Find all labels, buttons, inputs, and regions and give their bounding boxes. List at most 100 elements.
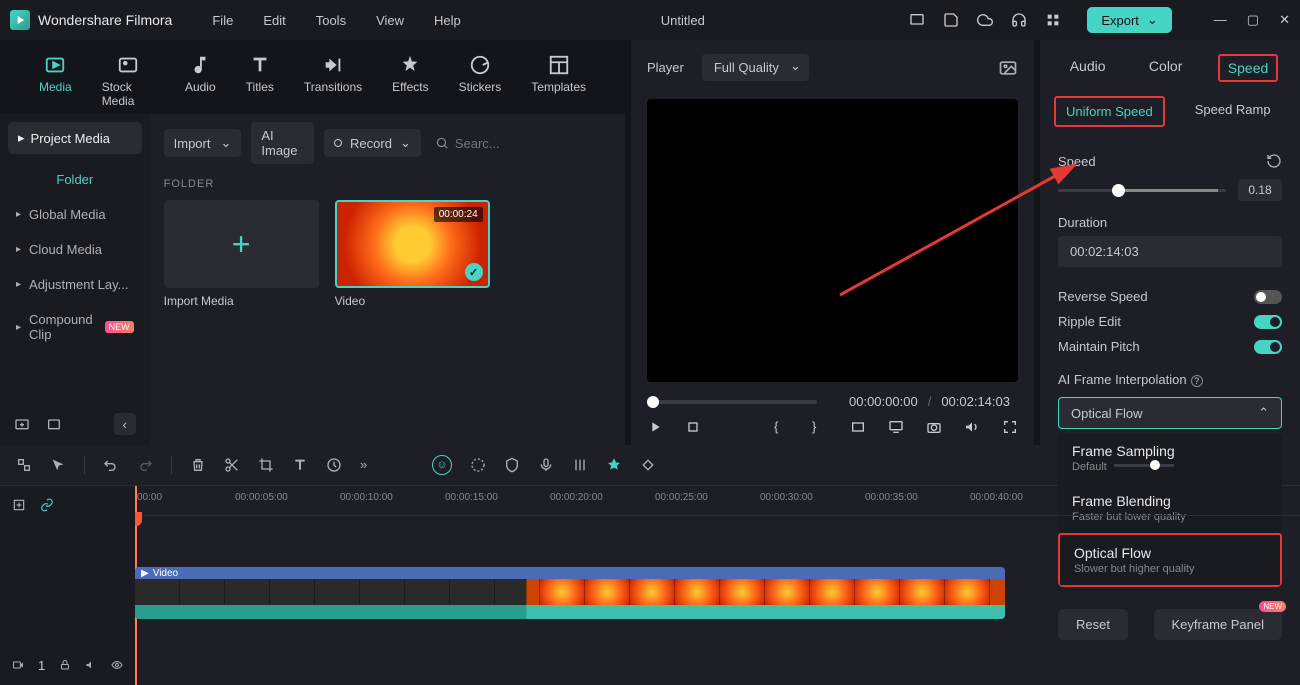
tab-color-inspector[interactable]: Color bbox=[1141, 54, 1190, 82]
timeline-ruler[interactable]: 00:00 00:00:05:00 00:00:10:00 00:00:15:0… bbox=[135, 486, 1300, 516]
track-lock-icon[interactable] bbox=[59, 659, 71, 673]
menu-help[interactable]: Help bbox=[434, 13, 461, 28]
export-button[interactable]: Export⌄ bbox=[1087, 7, 1171, 33]
new-bin-icon[interactable] bbox=[46, 416, 62, 432]
split-icon[interactable] bbox=[224, 457, 240, 473]
smart-icon[interactable]: ☺ bbox=[432, 455, 452, 475]
tab-stock-media[interactable]: Stock Media bbox=[87, 48, 170, 114]
display-icon[interactable] bbox=[888, 419, 904, 435]
track-add-icon[interactable] bbox=[12, 498, 26, 512]
play-icon[interactable] bbox=[647, 419, 663, 435]
import-media-tile[interactable]: + Import Media bbox=[164, 200, 319, 308]
track-mute-icon[interactable] bbox=[85, 659, 97, 673]
layout-icon[interactable] bbox=[909, 12, 925, 28]
timeline-tracks[interactable]: 00:00 00:00:05:00 00:00:10:00 00:00:15:0… bbox=[135, 486, 1300, 685]
fullscreen-icon[interactable] bbox=[1002, 419, 1018, 435]
duration-input[interactable]: 00:02:14:03 bbox=[1058, 236, 1282, 267]
subtab-uniform-speed[interactable]: Uniform Speed bbox=[1054, 96, 1165, 127]
pointer-icon[interactable] bbox=[16, 457, 32, 473]
close-button[interactable]: ✕ bbox=[1279, 12, 1290, 28]
media-tile-video[interactable]: 00:00:24 ✓ Video bbox=[335, 200, 490, 308]
tab-stickers[interactable]: Stickers bbox=[444, 48, 517, 114]
more-tools-icon[interactable]: » bbox=[360, 457, 376, 473]
info-icon[interactable]: ? bbox=[1191, 375, 1203, 387]
tab-transitions[interactable]: Transitions bbox=[289, 48, 377, 114]
menu-edit[interactable]: Edit bbox=[263, 13, 285, 28]
selection-icon[interactable] bbox=[50, 457, 66, 473]
sidebar-folder-tab[interactable]: Folder bbox=[0, 162, 150, 197]
mic-icon[interactable] bbox=[538, 457, 554, 473]
record-button[interactable]: Record⌄ bbox=[324, 129, 421, 157]
ripple-toggle[interactable] bbox=[1254, 315, 1282, 329]
cloud-icon[interactable] bbox=[977, 12, 993, 28]
tab-audio-inspector[interactable]: Audio bbox=[1062, 54, 1114, 82]
tab-titles[interactable]: Titles bbox=[231, 48, 289, 114]
pitch-toggle[interactable] bbox=[1254, 340, 1282, 354]
redo-icon[interactable] bbox=[137, 457, 153, 473]
reverse-toggle[interactable] bbox=[1254, 290, 1282, 304]
text-icon[interactable] bbox=[292, 457, 308, 473]
stop-icon[interactable] bbox=[685, 419, 701, 435]
sidebar-item-cloud[interactable]: ▸Cloud Media bbox=[0, 232, 150, 267]
effects-icon bbox=[399, 54, 421, 76]
preview-scrubber[interactable] bbox=[647, 400, 817, 404]
tab-media[interactable]: Media bbox=[24, 48, 87, 114]
quality-select[interactable]: Full Quality bbox=[702, 54, 809, 81]
snapshot-icon[interactable] bbox=[998, 58, 1018, 78]
zoom-slider[interactable] bbox=[1114, 464, 1174, 467]
track-link-icon[interactable] bbox=[40, 498, 54, 512]
track-video-icon[interactable] bbox=[12, 659, 24, 673]
mixer-icon[interactable] bbox=[572, 457, 588, 473]
tab-templates[interactable]: Templates bbox=[516, 48, 601, 114]
undo-icon[interactable] bbox=[103, 457, 119, 473]
keyframe-icon[interactable] bbox=[640, 457, 656, 473]
camera-icon[interactable] bbox=[926, 419, 942, 435]
chevron-up-icon: ⌃ bbox=[1258, 405, 1269, 421]
mark-out-icon[interactable]: } bbox=[812, 419, 828, 435]
interp-option-frame-sampling[interactable]: Frame Sampling Default bbox=[1058, 433, 1282, 483]
apps-icon[interactable] bbox=[1045, 12, 1061, 28]
ai-image-button[interactable]: AI Image bbox=[251, 122, 314, 164]
import-button[interactable]: Import⌄ bbox=[164, 129, 242, 157]
reset-speed-icon[interactable] bbox=[1266, 153, 1282, 169]
maximize-button[interactable]: ▢ bbox=[1247, 12, 1259, 28]
speed-label: Speed bbox=[1058, 154, 1096, 169]
marker-icon[interactable] bbox=[606, 457, 622, 473]
menu-view[interactable]: View bbox=[376, 13, 404, 28]
timeline-clip[interactable]: ▶Video bbox=[135, 567, 1005, 619]
menu-file[interactable]: File bbox=[212, 13, 233, 28]
subtab-speed-ramp[interactable]: Speed Ramp bbox=[1185, 96, 1281, 127]
menu-tools[interactable]: Tools bbox=[316, 13, 346, 28]
sidebar-item-adjustment[interactable]: ▸Adjustment Lay... bbox=[0, 267, 150, 302]
color-icon[interactable] bbox=[470, 457, 486, 473]
total-time: 00:02:14:03 bbox=[941, 394, 1010, 409]
shield-icon[interactable] bbox=[504, 457, 520, 473]
search-input[interactable] bbox=[455, 136, 625, 151]
preview-viewport[interactable] bbox=[647, 99, 1018, 382]
sidebar-item-global[interactable]: ▸Global Media bbox=[0, 197, 150, 232]
volume-icon[interactable] bbox=[964, 419, 980, 435]
add-folder-icon[interactable] bbox=[14, 416, 30, 432]
minimize-button[interactable]: — bbox=[1214, 12, 1227, 28]
tab-effects[interactable]: Effects bbox=[377, 48, 443, 114]
crop-icon[interactable] bbox=[258, 457, 274, 473]
speed-value[interactable]: 0.18 bbox=[1238, 179, 1282, 201]
interp-dropdown[interactable]: Optical Flow⌃ bbox=[1058, 397, 1282, 429]
track-visible-icon[interactable] bbox=[111, 659, 123, 673]
sidebar-project-media[interactable]: ▸Project Media bbox=[8, 122, 142, 154]
mark-in-icon[interactable]: { bbox=[774, 419, 790, 435]
tab-audio[interactable]: Audio bbox=[170, 48, 231, 114]
titlebar: Wondershare Filmora File Edit Tools View… bbox=[0, 0, 1300, 40]
collapse-sidebar-button[interactable]: ‹ bbox=[114, 413, 136, 435]
speed-icon[interactable] bbox=[326, 457, 342, 473]
speed-slider[interactable] bbox=[1058, 189, 1226, 192]
sidebar-item-compound[interactable]: ▸Compound ClipNEW bbox=[0, 302, 150, 352]
ripple-label: Ripple Edit bbox=[1058, 314, 1121, 329]
search-box[interactable] bbox=[431, 130, 625, 157]
chevron-down-icon: ⌄ bbox=[1147, 12, 1158, 28]
delete-icon[interactable] bbox=[190, 457, 206, 473]
save-icon[interactable] bbox=[943, 12, 959, 28]
headphones-icon[interactable] bbox=[1011, 12, 1027, 28]
ratio-icon[interactable] bbox=[850, 419, 866, 435]
tab-speed-inspector[interactable]: Speed bbox=[1218, 54, 1278, 82]
